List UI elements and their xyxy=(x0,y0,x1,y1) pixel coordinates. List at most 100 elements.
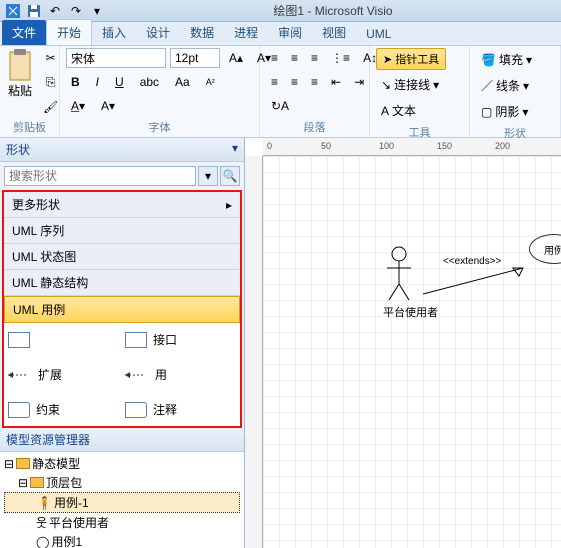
tab-view[interactable]: 视图 xyxy=(312,20,356,45)
search-icon[interactable]: 🔍 xyxy=(220,166,240,186)
align-right-icon[interactable]: ≡ xyxy=(306,72,323,92)
tab-process[interactable]: 进程 xyxy=(224,20,268,45)
increase-font-icon[interactable]: A▴ xyxy=(224,48,248,68)
decrease-indent-icon[interactable]: ⇤ xyxy=(326,72,346,92)
bold-button[interactable]: B xyxy=(66,72,85,92)
qat-dropdown-icon[interactable]: ▾ xyxy=(88,2,106,20)
superscript-button[interactable]: A² xyxy=(201,72,220,92)
tab-data[interactable]: 数据 xyxy=(180,20,224,45)
shadow-button[interactable]: ▢阴影▾ xyxy=(476,100,533,123)
align-center-icon[interactable]: ≡ xyxy=(286,72,303,92)
canvas-area: 0 50 100 150 200 平台使用者 <<extends>> 用例 xyxy=(245,138,561,548)
ribbon-tabs: 文件 开始 插入 设计 数据 进程 审阅 视图 UML xyxy=(0,22,561,46)
more-shapes-row[interactable]: 更多形状 ▸ xyxy=(4,192,240,218)
cat-uml-sequence[interactable]: UML 序列 xyxy=(4,218,240,244)
shape-item-row[interactable]: - xyxy=(8,331,119,348)
shape-use[interactable]: 用 xyxy=(125,366,236,383)
tab-file[interactable]: 文件 xyxy=(2,20,46,45)
pane-dropdown-icon[interactable]: ▾ xyxy=(232,141,238,158)
font-name-select[interactable] xyxy=(66,48,166,68)
pointer-tool-button[interactable]: ➤ 指针工具 xyxy=(376,48,446,70)
chevron-right-icon: ▸ xyxy=(226,198,232,212)
save-icon[interactable] xyxy=(25,2,43,20)
ruler-vertical xyxy=(245,156,263,548)
text-tool-button[interactable]: A 文本 xyxy=(376,99,421,122)
ribbon: 粘贴 ✂ ⎘ 🖌 剪贴板 A▴ A▾ B I U abc Aa xyxy=(0,46,561,138)
cat-uml-statechart[interactable]: UML 状态图 xyxy=(4,244,240,270)
shapes-pane-title: 形状 ▾ xyxy=(0,138,244,162)
tree-top-package[interactable]: ⊟顶层包 xyxy=(4,473,240,492)
model-explorer-tree: ⊟静态模型 ⊟顶层包 🧍用例-1 웃平台使用者 ◯用例1 xyxy=(0,452,244,548)
highlight-icon[interactable]: A▾ xyxy=(96,96,120,116)
align-middle-icon[interactable]: ≡ xyxy=(286,48,303,68)
shape-constraint[interactable]: 约束 xyxy=(8,401,119,418)
align-top-icon[interactable]: ≡ xyxy=(266,48,283,68)
extends-arrow[interactable] xyxy=(423,264,533,304)
tree-static-model[interactable]: ⊟静态模型 xyxy=(4,454,240,473)
fill-icon: 🪣 xyxy=(481,53,496,67)
group-paragraph: ≡ ≡ ≡ ⋮≡ A↕ ≡ ≡ ≡ ⇤ ⇥ ↻A 段落 xyxy=(260,46,370,137)
italic-button[interactable]: I xyxy=(91,72,104,92)
tree-usecase-1[interactable]: 🧍用例-1 xyxy=(4,492,240,513)
clipboard-group-label: 剪贴板 xyxy=(6,117,53,137)
rotate-text-icon[interactable]: ↻A xyxy=(266,96,294,116)
strikethrough-button[interactable]: abc xyxy=(135,72,164,92)
shapes-pane: 形状 ▾ ▾ 🔍 更多形状 ▸ UML 序列 UML 状态图 UML 静态结构 … xyxy=(0,138,245,548)
shape-interface[interactable]: 接口 xyxy=(125,331,236,348)
cat-uml-usecase[interactable]: UML 用例 xyxy=(4,296,240,323)
connector-button[interactable]: ↘ 连接线▾ xyxy=(376,73,444,96)
undo-icon[interactable]: ↶ xyxy=(46,2,64,20)
tree-actor[interactable]: 웃平台使用者 xyxy=(4,513,240,532)
window-title: 绘图1 - Microsoft Visio xyxy=(109,2,557,19)
shape-search-row: ▾ 🔍 xyxy=(0,162,244,190)
search-dropdown-icon[interactable]: ▾ xyxy=(198,166,218,186)
text-icon: A xyxy=(381,104,389,118)
font-group-label: 字体 xyxy=(66,117,253,137)
bullets-icon[interactable]: ⋮≡ xyxy=(326,48,355,68)
font-color-icon[interactable]: A▾ xyxy=(66,96,90,116)
tab-insert[interactable]: 插入 xyxy=(92,20,136,45)
font-size-select[interactable] xyxy=(170,48,220,68)
align-left-icon[interactable]: ≡ xyxy=(266,72,283,92)
increase-indent-icon[interactable]: ⇥ xyxy=(349,72,369,92)
align-bottom-icon[interactable]: ≡ xyxy=(306,48,323,68)
search-shapes-input[interactable] xyxy=(4,166,196,186)
tab-home[interactable]: 开始 xyxy=(46,19,92,45)
redo-icon[interactable]: ↷ xyxy=(67,2,85,20)
tree-uc1[interactable]: ◯用例1 xyxy=(4,532,240,548)
shape-icon xyxy=(125,332,147,348)
paragraph-group-label: 段落 xyxy=(266,117,363,137)
ruler-horizontal: 0 50 100 150 200 xyxy=(263,138,561,156)
actor-label: 平台使用者 xyxy=(383,304,438,320)
tab-uml[interactable]: UML xyxy=(356,23,401,45)
shadow-icon: ▢ xyxy=(481,105,492,119)
shape-stencil-grid: - 接口 扩展 用 约束 注释 xyxy=(4,323,240,426)
folder-icon xyxy=(16,458,30,469)
shape-note[interactable]: 注释 xyxy=(125,401,236,418)
paste-label: 粘贴 xyxy=(8,82,32,99)
pointer-icon: ➤ xyxy=(383,53,392,66)
model-explorer-title: 模型资源管理器 xyxy=(0,428,244,452)
paste-button[interactable]: 粘贴 xyxy=(6,48,34,99)
shape-icon xyxy=(8,402,30,418)
fill-button[interactable]: 🪣填充▾ xyxy=(476,48,537,71)
usecase-shape[interactable]: 用例 xyxy=(529,234,561,264)
cat-uml-static[interactable]: UML 静态结构 xyxy=(4,270,240,296)
folder-icon xyxy=(30,477,44,488)
tab-review[interactable]: 审阅 xyxy=(268,20,312,45)
tab-design[interactable]: 设计 xyxy=(136,20,180,45)
line-button[interactable]: ／线条▾ xyxy=(476,74,534,97)
shape-icon xyxy=(125,402,147,418)
shape-extend[interactable]: 扩展 xyxy=(8,366,119,383)
underline-button[interactable]: U xyxy=(110,72,129,92)
change-case-button[interactable]: Aa xyxy=(170,72,195,92)
usecase-icon: ◯ xyxy=(36,535,49,548)
visio-app-icon[interactable] xyxy=(4,2,22,20)
group-font: A▴ A▾ B I U abc Aa A² A▾ A▾ 字体 xyxy=(60,46,260,137)
drawing-canvas[interactable]: 平台使用者 <<extends>> 用例 xyxy=(263,156,561,548)
group-tools: ➤ 指针工具 ↘ 连接线▾ A 文本 工具 xyxy=(370,46,470,137)
connector-icon: ↘ xyxy=(381,78,391,92)
usecase-icon: 🧍 xyxy=(37,496,52,510)
group-clipboard: 粘贴 ✂ ⎘ 🖌 剪贴板 xyxy=(0,46,60,137)
shape-icon xyxy=(8,332,30,348)
